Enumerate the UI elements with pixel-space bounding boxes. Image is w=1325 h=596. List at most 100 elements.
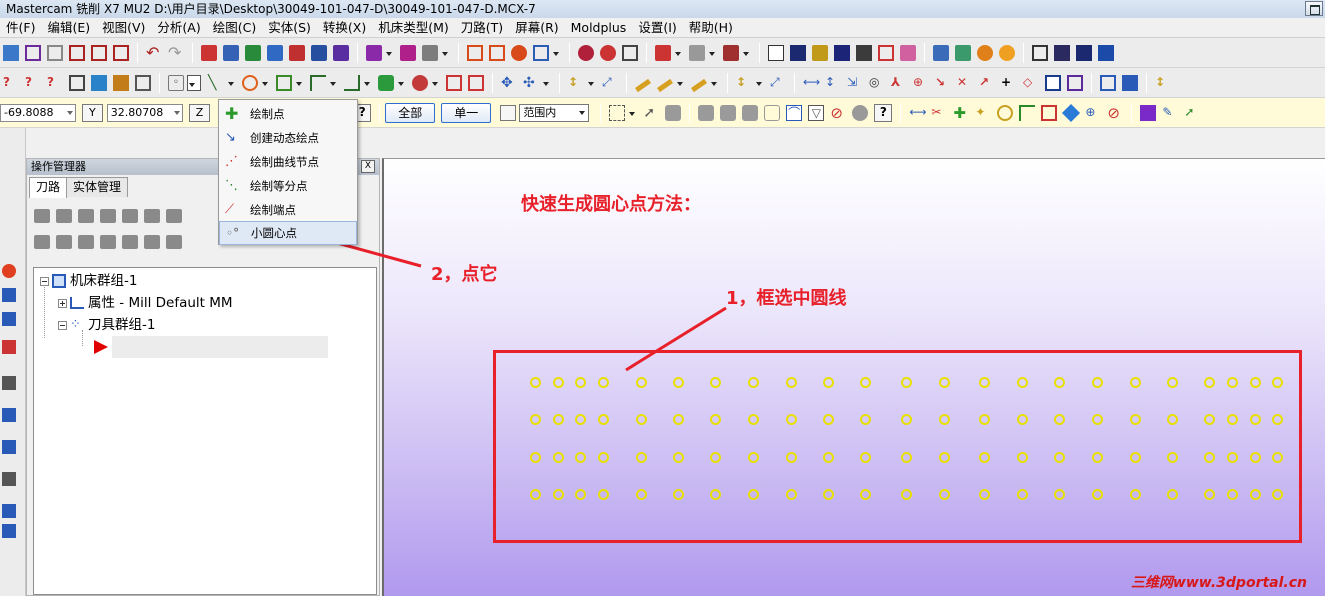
circle-geometry[interactable] bbox=[530, 452, 541, 463]
move-up-icon[interactable] bbox=[122, 235, 138, 249]
circle-geometry[interactable] bbox=[901, 452, 912, 463]
screen-icon[interactable] bbox=[1100, 74, 1116, 91]
insert-row[interactable] bbox=[112, 336, 328, 358]
chevron-down-icon[interactable] bbox=[552, 45, 560, 61]
selection-mode-select[interactable]: 范围内 bbox=[519, 103, 590, 122]
mirror-icon[interactable] bbox=[311, 44, 327, 61]
collapse-toggle[interactable] bbox=[40, 276, 49, 286]
tool-arrow-icon[interactable]: ➚ bbox=[1184, 105, 1200, 121]
backplot-op-icon[interactable] bbox=[122, 209, 138, 223]
chevron-down-icon[interactable] bbox=[441, 45, 449, 61]
circle-geometry[interactable] bbox=[1017, 414, 1028, 425]
panel-left-3-icon[interactable] bbox=[2, 504, 16, 518]
circle-geometry[interactable] bbox=[1167, 377, 1178, 388]
tool-icon[interactable] bbox=[999, 44, 1015, 61]
no-entry-icon[interactable]: ⊘ bbox=[830, 105, 846, 121]
panel-left-4-icon[interactable] bbox=[2, 524, 16, 538]
circle-geometry[interactable] bbox=[1250, 452, 1261, 463]
circle-geometry[interactable] bbox=[860, 489, 871, 500]
circle-geometry[interactable] bbox=[860, 452, 871, 463]
simulate-icon[interactable] bbox=[955, 44, 971, 61]
help-question-icon-2[interactable]: ? bbox=[874, 103, 893, 122]
chevron-down-icon[interactable] bbox=[431, 75, 439, 91]
circle-geometry[interactable] bbox=[1017, 489, 1028, 500]
attributes-icon[interactable] bbox=[135, 74, 151, 91]
circle-geometry[interactable] bbox=[748, 377, 759, 388]
circle-geometry[interactable] bbox=[1130, 489, 1141, 500]
blend-icon[interactable] bbox=[689, 44, 705, 61]
backface-icon[interactable] bbox=[764, 104, 781, 121]
menu-item-small-arc-center[interactable]: ◦° 小圆心点 bbox=[219, 221, 357, 245]
draw-icon[interactable] bbox=[691, 78, 707, 93]
quad-view-icon[interactable] bbox=[113, 44, 129, 61]
circle-geometry[interactable] bbox=[979, 452, 990, 463]
bar-icon[interactable] bbox=[2, 376, 16, 390]
menu-help[interactable]: 帮助(H) bbox=[683, 18, 739, 38]
expand-toggle[interactable] bbox=[58, 298, 67, 308]
circle-geometry[interactable] bbox=[598, 452, 609, 463]
point-icon[interactable]: ◦ bbox=[168, 74, 184, 91]
circle-geometry[interactable] bbox=[1130, 377, 1141, 388]
circle-geometry[interactable] bbox=[748, 489, 759, 500]
diamond-icon[interactable]: ◇ bbox=[1023, 75, 1039, 91]
color-purple-icon[interactable] bbox=[1140, 104, 1157, 121]
chevron-down-icon[interactable] bbox=[397, 75, 405, 91]
drag-icon[interactable]: ✥ bbox=[501, 75, 517, 91]
menu-item-create-point[interactable]: ✚ 绘制点 bbox=[219, 102, 357, 126]
circle-geometry[interactable] bbox=[673, 377, 684, 388]
circle-geometry[interactable] bbox=[1167, 452, 1178, 463]
menu-edit[interactable]: 编辑(E) bbox=[41, 18, 96, 38]
arc-select-icon[interactable]: ⌒ bbox=[786, 104, 803, 121]
scroll-icon[interactable] bbox=[166, 235, 182, 249]
point-tool-icon[interactable] bbox=[201, 44, 217, 61]
select-all-button[interactable]: 全部 bbox=[385, 102, 436, 123]
move-icon[interactable]: ✣ bbox=[523, 75, 539, 91]
circle-geometry[interactable] bbox=[575, 489, 586, 500]
circle-geometry[interactable] bbox=[1092, 452, 1103, 463]
chevron-down-icon[interactable] bbox=[674, 45, 682, 61]
circle-geometry[interactable] bbox=[901, 489, 912, 500]
circle-geometry[interactable] bbox=[1130, 452, 1141, 463]
chevron-down-icon[interactable] bbox=[708, 45, 716, 61]
chevron-down-icon[interactable] bbox=[676, 75, 684, 91]
shade-icon[interactable] bbox=[834, 44, 850, 61]
menu-item-dynamic-point[interactable]: ↘ 创建动态绘点 bbox=[219, 126, 357, 150]
help-star-icon[interactable]: ? bbox=[47, 75, 63, 91]
circle-geometry[interactable] bbox=[939, 452, 950, 463]
circle-geometry[interactable] bbox=[553, 377, 564, 388]
pointer-icon[interactable]: ➚ bbox=[643, 105, 659, 121]
circle-geometry[interactable] bbox=[901, 414, 912, 425]
cross-icon[interactable]: ✕ bbox=[957, 75, 973, 91]
tree-node-tool-group[interactable]: ⁘ 刀具群组-1 bbox=[58, 316, 155, 334]
offset-icon[interactable] bbox=[289, 44, 305, 61]
tab-toolpaths[interactable]: 刀路 bbox=[29, 177, 68, 198]
horiz-dim-icon[interactable]: ⟷ bbox=[803, 75, 820, 91]
array-icon[interactable] bbox=[400, 44, 416, 61]
circle-geometry[interactable] bbox=[673, 489, 684, 500]
circle-geometry[interactable] bbox=[939, 414, 950, 425]
expand-icon[interactable]: ⤢ bbox=[770, 75, 786, 91]
chamfer-icon[interactable] bbox=[600, 44, 616, 61]
line-icon[interactable]: ╲ bbox=[208, 75, 224, 91]
align-icon[interactable]: ⇲ bbox=[847, 75, 863, 91]
tab-solids[interactable]: 实体管理 bbox=[66, 177, 129, 197]
circle-geometry[interactable] bbox=[530, 414, 541, 425]
circle-geometry[interactable] bbox=[553, 452, 564, 463]
menu-moldplus[interactable]: Moldplus bbox=[565, 18, 633, 38]
stretch-icon[interactable] bbox=[422, 44, 438, 61]
point-menu-dropdown[interactable] bbox=[187, 74, 201, 91]
circle-geometry[interactable] bbox=[1017, 377, 1028, 388]
circle-geometry[interactable] bbox=[1250, 414, 1261, 425]
close-button[interactable]: X bbox=[361, 160, 375, 173]
view-iso-icon[interactable] bbox=[1098, 44, 1114, 61]
arc-icon[interactable] bbox=[242, 74, 258, 91]
menu-settings[interactable]: 设置(I) bbox=[632, 18, 682, 38]
menu-toolpaths[interactable]: 刀路(T) bbox=[455, 18, 509, 38]
circle-geometry[interactable] bbox=[823, 377, 834, 388]
verify-icon[interactable] bbox=[900, 44, 916, 61]
menu-item-segment-point[interactable]: ⋱ 绘制等分点 bbox=[219, 174, 357, 198]
chevron-down-icon[interactable] bbox=[363, 75, 371, 91]
dimension-icon[interactable] bbox=[245, 44, 261, 61]
scale-icon[interactable]: ⤢ bbox=[602, 75, 618, 91]
layer-icon[interactable] bbox=[2, 312, 16, 326]
